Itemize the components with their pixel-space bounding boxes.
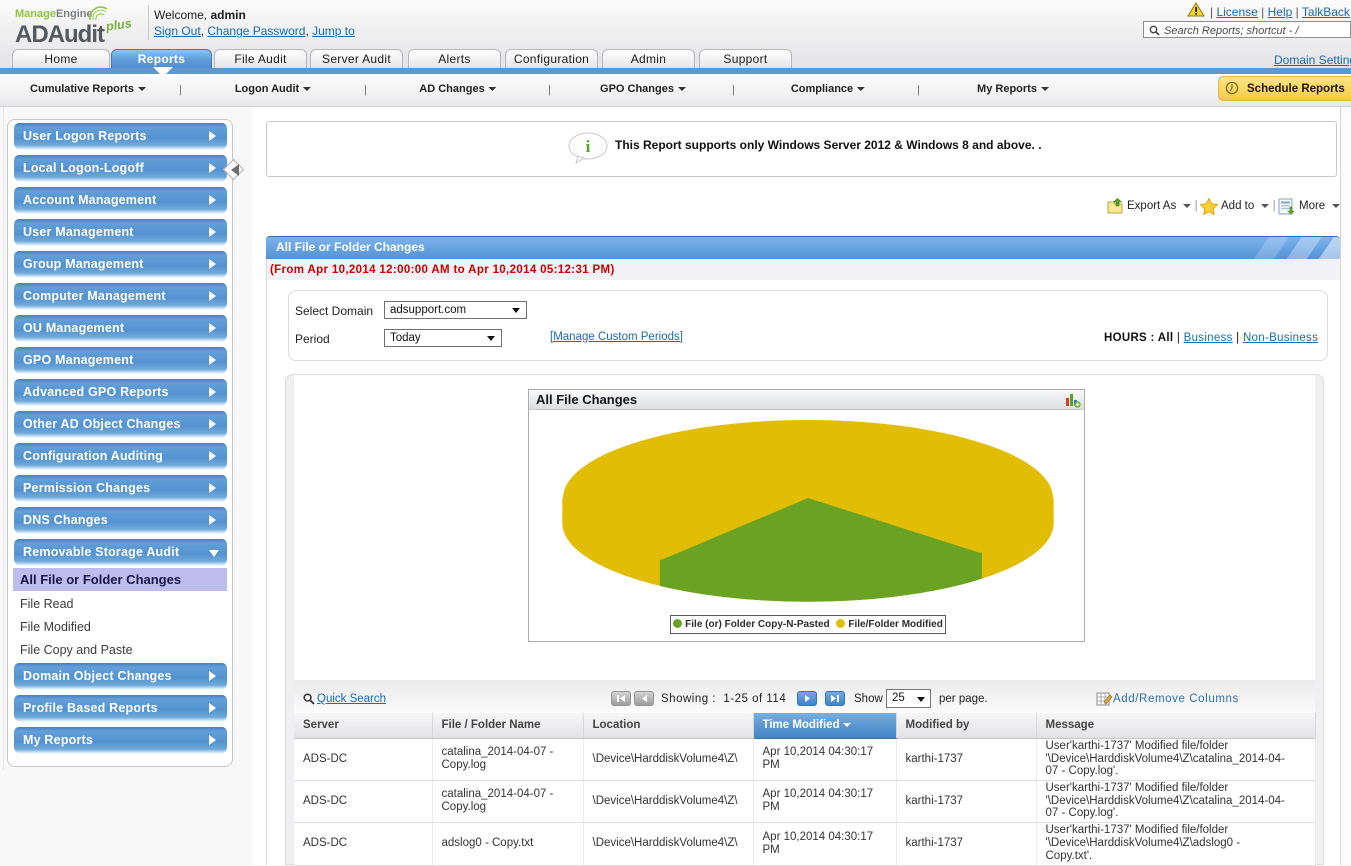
svg-text:i: i — [586, 137, 591, 156]
